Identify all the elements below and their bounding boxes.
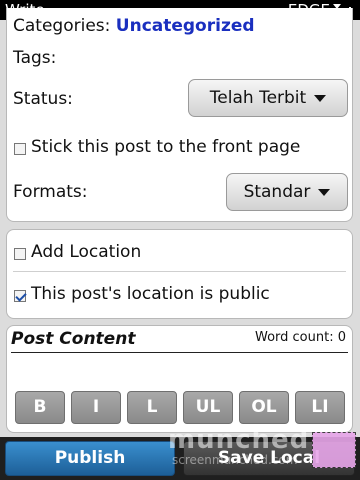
add-location-checkbox[interactable] [14, 248, 26, 260]
ordered-list-button[interactable]: OL [239, 391, 289, 424]
post-content-title: Post Content [11, 329, 136, 349]
status-label: Status: [13, 89, 73, 109]
status-dropdown[interactable]: Telah Terbit [188, 79, 348, 117]
categories-label: Categories: [13, 16, 111, 36]
divider [13, 271, 346, 272]
italic-button[interactable]: I [71, 391, 121, 424]
post-content-editor[interactable] [11, 354, 348, 384]
publish-button[interactable]: Publish [5, 441, 175, 476]
watermark-logo [312, 432, 356, 468]
format-dropdown[interactable]: Standar [226, 173, 348, 211]
location-panel: Add Location This post's location is pub… [6, 229, 353, 319]
bold-button[interactable]: B [15, 391, 65, 424]
format-value: Standar [243, 182, 311, 202]
add-location-label: Add Location [31, 242, 142, 262]
list-item-button[interactable]: LI [295, 391, 345, 424]
content-divider [11, 352, 348, 353]
chevron-down-icon [318, 188, 331, 196]
chevron-down-icon [314, 94, 327, 102]
word-count: Word count: 0 [254, 330, 346, 345]
formats-label: Formats: [13, 182, 88, 202]
location-public-checkbox[interactable] [14, 290, 26, 302]
sticky-checkbox[interactable] [14, 143, 26, 155]
sticky-label: Stick this post to the front page [31, 137, 301, 157]
status-value: Telah Terbit [209, 88, 307, 108]
categories-row: Categories: Uncategorized [13, 16, 255, 36]
location-public-label: This post's location is public [31, 284, 270, 304]
unordered-list-button[interactable]: UL [183, 391, 233, 424]
post-settings-panel: Categories: Uncategorized Tags: Status: … [6, 8, 353, 222]
link-button[interactable]: L [127, 391, 177, 424]
tags-label: Tags: [13, 48, 57, 68]
categories-link[interactable]: Uncategorized [116, 16, 255, 36]
